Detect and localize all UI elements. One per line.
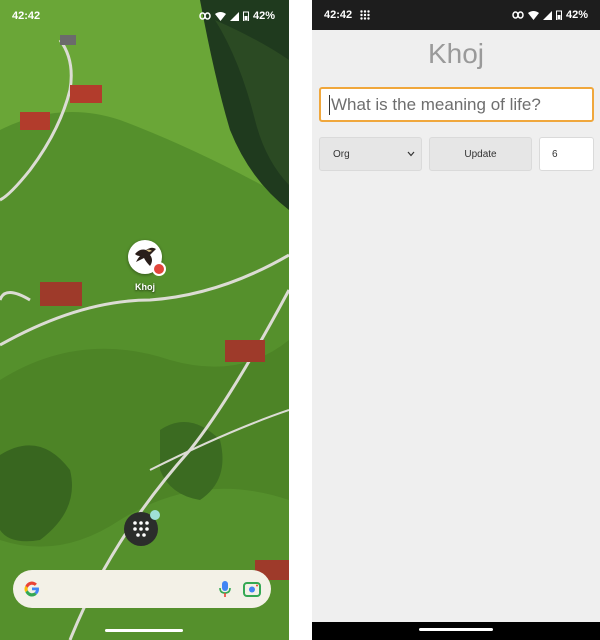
- mic-icon[interactable]: [219, 580, 231, 598]
- battery-percent: 42%: [252, 10, 275, 22]
- wifi-icon: [214, 11, 226, 21]
- signal-icon: [229, 11, 239, 21]
- grid-notification-icon: [360, 10, 370, 20]
- status-icons: 42%: [199, 10, 275, 22]
- link-icon: [512, 11, 524, 19]
- status-time: 42:42: [12, 10, 41, 22]
- notification-badge: [152, 262, 166, 276]
- battery-icon: [242, 11, 249, 21]
- results-count-input[interactable]: 6: [539, 137, 594, 171]
- khoj-app-screen: 42:42 42% Khoj What is the meaning of li…: [312, 0, 600, 640]
- text-caret: [329, 94, 330, 115]
- search-controls: Org Update 6: [319, 137, 594, 171]
- update-button[interactable]: Update: [429, 137, 532, 171]
- google-search-bar[interactable]: [13, 570, 271, 608]
- battery-percent: 42%: [565, 9, 588, 21]
- app-label: Khoj: [135, 282, 155, 292]
- search-bar-actions: [219, 580, 261, 598]
- signal-icon: [542, 10, 552, 20]
- dock-notification-dot: [150, 510, 160, 520]
- search-placeholder: What is the meaning of life?: [331, 94, 541, 114]
- dots-grid-icon: [133, 521, 149, 537]
- gesture-nav-handle[interactable]: [419, 628, 493, 631]
- status-bar: 42:42 42%: [312, 0, 600, 30]
- chevron-down-icon: [407, 151, 415, 157]
- status-time: 42:42: [324, 9, 353, 21]
- status-bar: 42:42 42%: [0, 0, 289, 32]
- page-title: Khoj: [427, 38, 485, 69]
- content-type-select[interactable]: Org: [319, 137, 422, 171]
- link-icon: [199, 12, 211, 20]
- status-icons: 42%: [512, 9, 588, 21]
- eagle-logo-icon[interactable]: [128, 240, 166, 276]
- khoj-app-shortcut[interactable]: Khoj: [125, 240, 166, 292]
- gesture-nav-handle[interactable]: [105, 629, 183, 632]
- dock-app-button[interactable]: [124, 510, 160, 546]
- search-input[interactable]: What is the meaning of life?: [319, 87, 594, 122]
- navigation-bar: [312, 622, 600, 640]
- wifi-icon: [527, 10, 539, 20]
- google-g-icon: [24, 581, 39, 597]
- battery-icon: [555, 10, 562, 20]
- status-left-group: 42:42: [324, 9, 370, 21]
- home-screen: 42:42 42% Khoj: [0, 0, 289, 640]
- camera-lens-icon[interactable]: [243, 581, 261, 597]
- select-value: Org: [333, 148, 350, 160]
